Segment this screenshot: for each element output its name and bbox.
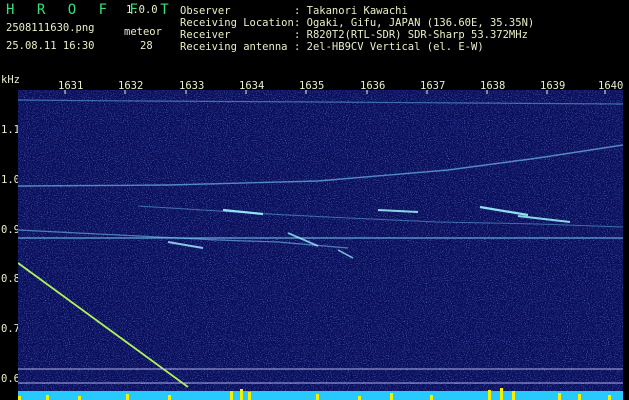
- level-peak: [316, 394, 319, 400]
- noise-texture: [18, 90, 623, 400]
- level-baseline: [18, 391, 623, 400]
- location-value: : Ogaki, Gifu, JAPAN (136.60E, 35.35N): [294, 17, 535, 29]
- receiver-value: : R820T2(RTL-SDR) SDR-Sharp 53.372MHz: [294, 29, 528, 41]
- level-peak: [126, 394, 129, 400]
- level-peak: [230, 391, 233, 400]
- level-peak: [168, 395, 171, 400]
- level-peak: [240, 389, 243, 400]
- level-peak: [558, 393, 561, 400]
- app-version: 1.0.0: [126, 4, 158, 16]
- level-peak: [500, 388, 503, 400]
- level-peak: [18, 396, 21, 400]
- meteor-label: meteor: [124, 26, 162, 38]
- location-label: Receiving Location: [180, 17, 294, 29]
- level-peak: [358, 396, 361, 400]
- observer-label: Observer: [180, 5, 231, 17]
- level-peak: [430, 395, 433, 400]
- meteor-count: 28: [140, 40, 153, 52]
- level-peak: [608, 395, 611, 400]
- spectrogram-display: [18, 90, 623, 400]
- header-panel: H R O F F T 1.0.0 2508111630.png 25.08.1…: [0, 0, 629, 72]
- level-peak: [248, 392, 251, 400]
- receiver-label: Receiver: [180, 29, 231, 41]
- level-peak: [488, 390, 491, 400]
- level-peak: [578, 394, 581, 400]
- antenna-value: : 2el-HB9CV Vertical (el. E-W): [294, 41, 484, 53]
- file-name: 2508111630.png: [6, 22, 95, 34]
- level-peak: [46, 395, 49, 400]
- y-axis-unit: kHz: [1, 74, 20, 86]
- level-peak: [390, 393, 393, 400]
- level-peak: [78, 396, 81, 400]
- level-peak: [512, 391, 515, 400]
- observer-value: : Takanori Kawachi: [294, 5, 408, 17]
- antenna-label: Receiving antenna: [180, 41, 288, 53]
- spectrogram-canvas: [18, 90, 623, 400]
- date-time: 25.08.11 16:30: [6, 40, 95, 52]
